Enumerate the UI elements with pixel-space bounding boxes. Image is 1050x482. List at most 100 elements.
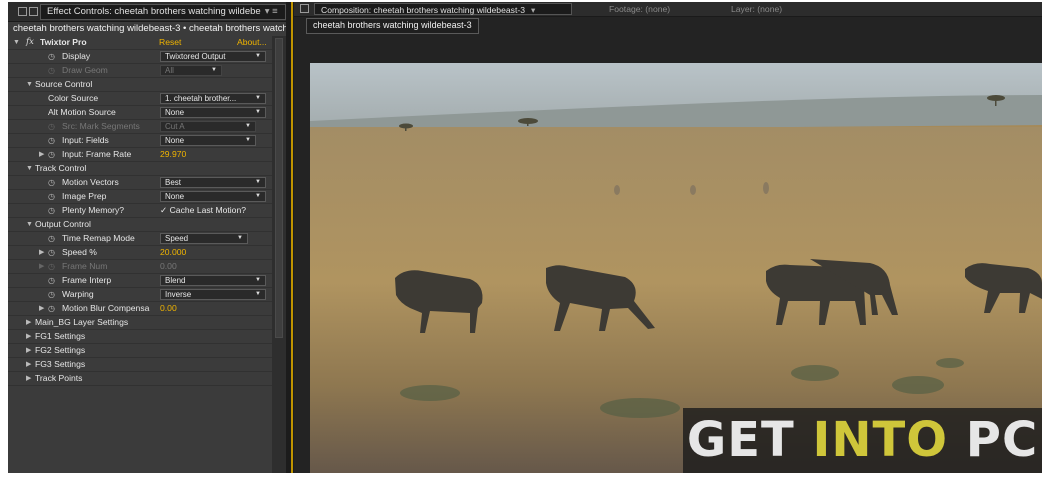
property-row-speed-pct: ▶ ◷ Speed % 20.000 bbox=[8, 246, 272, 260]
active-panel-indicator bbox=[291, 2, 293, 473]
group-row-fg1[interactable]: ▶ FG1 Settings bbox=[8, 330, 272, 344]
group-row-track-points[interactable]: ▶ Track Points bbox=[8, 372, 272, 386]
stopwatch-icon[interactable]: ◷ bbox=[48, 274, 55, 287]
display-dropdown[interactable]: Twixtored Output ▼ bbox=[160, 51, 266, 62]
input-frame-rate-value[interactable]: 29.970 bbox=[160, 148, 186, 161]
tab-menu-icon[interactable]: ▾ bbox=[531, 5, 535, 15]
frame-interp-dropdown[interactable]: Blend ▼ bbox=[160, 275, 266, 286]
expand-triangle-icon[interactable]: ▶ bbox=[39, 148, 44, 161]
stopwatch-icon[interactable]: ◷ bbox=[48, 176, 55, 189]
dropdown-value: None bbox=[165, 108, 185, 117]
property-row-image-prep: ◷ Image Prep None ▼ bbox=[8, 190, 272, 204]
stopwatch-icon[interactable]: ◷ bbox=[48, 50, 55, 63]
group-row-fg3[interactable]: ▶ FG3 Settings bbox=[8, 358, 272, 372]
group-label: Main_BG Layer Settings bbox=[35, 317, 129, 327]
property-label: Draw Geom bbox=[62, 65, 108, 75]
about-link[interactable]: About... bbox=[237, 36, 267, 49]
time-remap-mode-dropdown[interactable]: Speed ▼ bbox=[160, 233, 248, 244]
alt-motion-source-dropdown[interactable]: None ▼ bbox=[160, 107, 266, 118]
scrollbar[interactable] bbox=[272, 36, 286, 473]
warping-dropdown[interactable]: Inverse ▼ bbox=[160, 289, 266, 300]
input-fields-dropdown[interactable]: None ▼ bbox=[160, 135, 256, 146]
tab-effect-controls[interactable]: Effect Controls: cheetah brothers watchi… bbox=[40, 4, 286, 20]
lock-icon[interactable] bbox=[29, 7, 38, 16]
draw-geom-dropdown: All ▼ bbox=[160, 65, 222, 76]
expand-triangle-icon[interactable]: ▶ bbox=[26, 344, 31, 357]
stopwatch-icon[interactable]: ◷ bbox=[48, 148, 55, 161]
src-mark-segments-dropdown: Cut A ▼ bbox=[160, 121, 256, 132]
dropdown-arrow-icon: ▼ bbox=[255, 193, 261, 199]
expand-triangle-icon[interactable]: ▶ bbox=[39, 302, 44, 315]
property-row-input-frame-rate: ▶ ◷ Input: Frame Rate 29.970 bbox=[8, 148, 272, 162]
group-row-main-bg[interactable]: ▶ Main_BG Layer Settings bbox=[8, 316, 272, 330]
expand-triangle-icon[interactable]: ▶ bbox=[26, 316, 31, 329]
watermark-part2: INTO bbox=[812, 412, 949, 468]
close-tab-icon[interactable]: ▾ ≡ bbox=[265, 6, 278, 17]
expand-triangle-icon[interactable]: ▶ bbox=[26, 372, 31, 385]
speed-pct-value[interactable]: 20.000 bbox=[160, 246, 186, 259]
dropdown-arrow-icon: ▼ bbox=[255, 109, 261, 115]
stopwatch-icon[interactable]: ◷ bbox=[48, 204, 55, 217]
motion-blur-value[interactable]: 0.00 bbox=[160, 302, 177, 315]
group-row-fg2[interactable]: ▶ FG2 Settings bbox=[8, 344, 272, 358]
stopwatch-icon[interactable]: ◷ bbox=[48, 190, 55, 203]
motion-vectors-dropdown[interactable]: Best ▼ bbox=[160, 177, 266, 188]
dropdown-value: Inverse bbox=[165, 290, 192, 299]
group-label: FG1 Settings bbox=[35, 331, 86, 341]
fx-icon[interactable]: fx bbox=[26, 36, 34, 49]
tab-footage[interactable]: Footage: (none) bbox=[609, 3, 670, 15]
cache-last-motion-checkbox[interactable]: ✓ Cache Last Motion? bbox=[160, 204, 246, 217]
dropdown-value: Blend bbox=[165, 276, 186, 285]
expand-triangle-icon[interactable]: ▼ bbox=[26, 218, 33, 231]
composition-subtab[interactable]: cheetah brothers watching wildebeast-3 bbox=[306, 18, 479, 34]
group-label: Source Control bbox=[35, 79, 93, 89]
panel-menu-icon[interactable] bbox=[18, 7, 27, 16]
property-label: Motion Blur Compensa bbox=[62, 303, 150, 313]
tab-composition[interactable]: Composition: cheetah brothers watching w… bbox=[314, 3, 572, 15]
expand-triangle-icon[interactable]: ▶ bbox=[26, 330, 31, 343]
property-row-frame-interp: ◷ Frame Interp Blend ▼ bbox=[8, 274, 272, 288]
group-row-output-control[interactable]: ▼ Output Control bbox=[8, 218, 272, 232]
stopwatch-icon[interactable]: ◷ bbox=[48, 232, 55, 245]
property-row-time-remap-mode: ◷ Time Remap Mode Speed ▼ bbox=[8, 232, 272, 246]
property-label: Motion Vectors bbox=[62, 177, 119, 187]
dropdown-arrow-icon: ▼ bbox=[211, 67, 217, 73]
group-row-source-control[interactable]: ▼ Source Control bbox=[8, 78, 272, 92]
expand-triangle-icon[interactable]: ▼ bbox=[26, 162, 33, 175]
tab-effect-controls-label: Effect Controls: cheetah brothers watchi… bbox=[47, 6, 261, 17]
scrollbar-thumb[interactable] bbox=[275, 38, 283, 338]
expand-triangle-icon[interactable]: ▼ bbox=[13, 36, 20, 49]
stopwatch-icon[interactable]: ◷ bbox=[48, 302, 55, 315]
expand-triangle-icon[interactable]: ▶ bbox=[39, 246, 44, 259]
property-row-plenty-memory: ◷ Plenty Memory? ✓ Cache Last Motion? bbox=[8, 204, 272, 218]
dropdown-value: Speed bbox=[165, 234, 189, 243]
property-label: Time Remap Mode bbox=[62, 233, 135, 243]
group-row-track-control[interactable]: ▼ Track Control bbox=[8, 162, 272, 176]
stopwatch-icon[interactable]: ◷ bbox=[48, 134, 55, 147]
dropdown-arrow-icon: ▼ bbox=[255, 277, 261, 283]
property-label: Frame Interp bbox=[62, 275, 112, 285]
property-row-color-source: Color Source 1. cheetah brother... ▼ bbox=[8, 92, 272, 106]
effect-header-row[interactable]: ▼ fx Twixtor Pro Reset About... bbox=[8, 36, 272, 50]
dropdown-value: None bbox=[165, 136, 185, 145]
property-label: Input: Fields bbox=[62, 135, 109, 145]
effect-name: Twixtor Pro bbox=[40, 37, 87, 47]
panel-menu-icon[interactable] bbox=[300, 4, 309, 13]
stopwatch-icon[interactable]: ◷ bbox=[48, 288, 55, 301]
reset-link[interactable]: Reset bbox=[159, 36, 181, 49]
group-label: FG2 Settings bbox=[35, 345, 86, 355]
stopwatch-icon[interactable]: ◷ bbox=[48, 246, 55, 259]
property-row-draw-geom: ◷ Draw Geom All ▼ bbox=[8, 64, 272, 78]
dropdown-value: Twixtored Output bbox=[165, 52, 226, 61]
effect-controls-panel: Effect Controls: cheetah brothers watchi… bbox=[8, 2, 286, 473]
property-row-alt-motion-source: Alt Motion Source None ▼ bbox=[8, 106, 272, 120]
property-row-src-mark-segments: ◷ Src: Mark Segments Cut A ▼ bbox=[8, 120, 272, 134]
expand-triangle-icon[interactable]: ▶ bbox=[26, 358, 31, 371]
image-prep-dropdown[interactable]: None ▼ bbox=[160, 191, 266, 202]
property-label: Image Prep bbox=[62, 191, 107, 201]
color-source-dropdown[interactable]: 1. cheetah brother... ▼ bbox=[160, 93, 266, 104]
property-label: Warping bbox=[62, 289, 94, 299]
expand-triangle-icon[interactable]: ▼ bbox=[26, 78, 33, 91]
tab-layer[interactable]: Layer: (none) bbox=[731, 3, 782, 15]
property-row-input-fields: ◷ Input: Fields None ▼ bbox=[8, 134, 272, 148]
